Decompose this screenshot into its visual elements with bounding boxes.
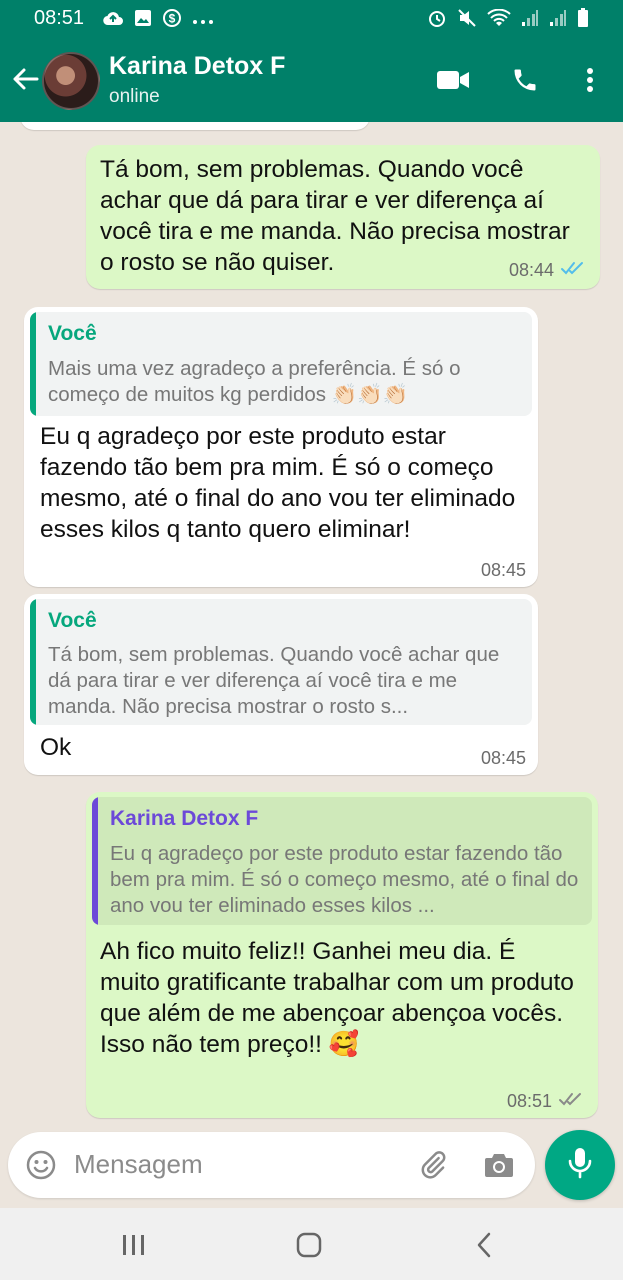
quoted-message[interactable]: Você Tá bom, sem problemas. Quando você … <box>30 599 532 725</box>
quote-author: Você <box>48 609 97 632</box>
more-vert-icon[interactable] <box>572 64 608 96</box>
emoji-icon[interactable] <box>22 1146 60 1184</box>
message-composer: Mensagem <box>8 1132 535 1198</box>
image-icon <box>134 9 152 32</box>
quote-bar <box>30 599 36 725</box>
quote-text: Mais uma vez agradeço a preferência. É s… <box>48 357 461 406</box>
back-icon[interactable] <box>464 1228 504 1262</box>
quote-bar <box>92 797 98 925</box>
chat-header: Karina Detox F online <box>0 38 623 122</box>
chat-area[interactable]: Tá bom, sem problemas. Quando você achar… <box>0 122 623 1132</box>
message-text: Tá bom, sem problemas. Quando você achar… <box>100 156 577 276</box>
cloud-upload-icon <box>102 9 124 32</box>
avatar[interactable] <box>42 52 100 110</box>
message-meta: 08:45 <box>481 560 526 581</box>
attach-icon[interactable] <box>414 1146 452 1184</box>
message-text: Eu q agradeço por este produto estar faz… <box>40 423 523 543</box>
contact-name[interactable]: Karina Detox F <box>109 52 285 81</box>
wifi-icon <box>487 8 511 32</box>
message-time: 08:45 <box>480 560 526 580</box>
back-arrow-icon[interactable] <box>10 62 40 96</box>
message-bubble-outgoing[interactable]: Karina Detox F Eu q agradeço por este pr… <box>86 792 598 1118</box>
status-time: 08:51 <box>34 7 85 29</box>
camera-icon[interactable] <box>480 1146 518 1184</box>
message-meta: 08:45 <box>481 748 526 769</box>
status-right-icons <box>427 8 589 33</box>
home-icon[interactable] <box>289 1228 329 1262</box>
message-input[interactable]: Mensagem <box>74 1149 203 1180</box>
status-bar: 08:51 $ <box>0 0 623 38</box>
phone-icon[interactable] <box>507 64 543 96</box>
message-time: 08:44 <box>508 260 554 280</box>
delivered-ticks-icon <box>558 1091 584 1112</box>
mic-button[interactable] <box>545 1130 615 1200</box>
mic-icon <box>567 1146 593 1185</box>
signal-icon <box>549 9 567 32</box>
message-bubble-outgoing[interactable]: Tá bom, sem problemas. Quando você achar… <box>86 145 600 289</box>
status-left-icons: $ <box>102 8 214 33</box>
contact-status: online <box>109 86 160 107</box>
navigation-bar <box>0 1208 623 1280</box>
partial-message-bubble <box>20 122 370 130</box>
message-bubble-incoming[interactable]: Você Tá bom, sem problemas. Quando você … <box>24 594 538 775</box>
message-bubble-incoming[interactable]: Você Mais uma vez agradeço a preferência… <box>24 307 538 587</box>
message-time: 08:51 <box>506 1091 552 1111</box>
quote-bar <box>30 312 36 416</box>
message-meta: 08:44 <box>509 260 586 281</box>
alarm-icon <box>427 8 447 33</box>
quote-text: Tá bom, sem problemas. Quando você achar… <box>48 643 500 718</box>
message-text: Ok <box>40 734 72 761</box>
svg-text:$: $ <box>169 12 176 26</box>
quoted-message[interactable]: Karina Detox F Eu q agradeço por este pr… <box>92 797 592 925</box>
recent-apps-icon[interactable] <box>114 1228 154 1262</box>
more-dots-icon <box>192 12 214 30</box>
quote-author: Você <box>48 322 97 345</box>
mute-icon <box>457 8 477 33</box>
quoted-message[interactable]: Você Mais uma vez agradeço a preferência… <box>30 312 532 416</box>
quote-author: Karina Detox F <box>110 807 259 830</box>
quote-text: Eu q agradeço por este produto estar faz… <box>110 842 579 917</box>
video-call-icon[interactable] <box>435 64 471 96</box>
read-ticks-icon <box>560 260 586 281</box>
message-meta: 08:51 <box>507 1091 584 1112</box>
message-time: 08:45 <box>480 748 526 768</box>
signal-icon <box>521 9 539 32</box>
dollar-icon: $ <box>162 8 182 33</box>
battery-icon <box>577 8 589 33</box>
message-text: Ah fico muito feliz!! Ganhei meu dia. É … <box>100 938 581 1058</box>
